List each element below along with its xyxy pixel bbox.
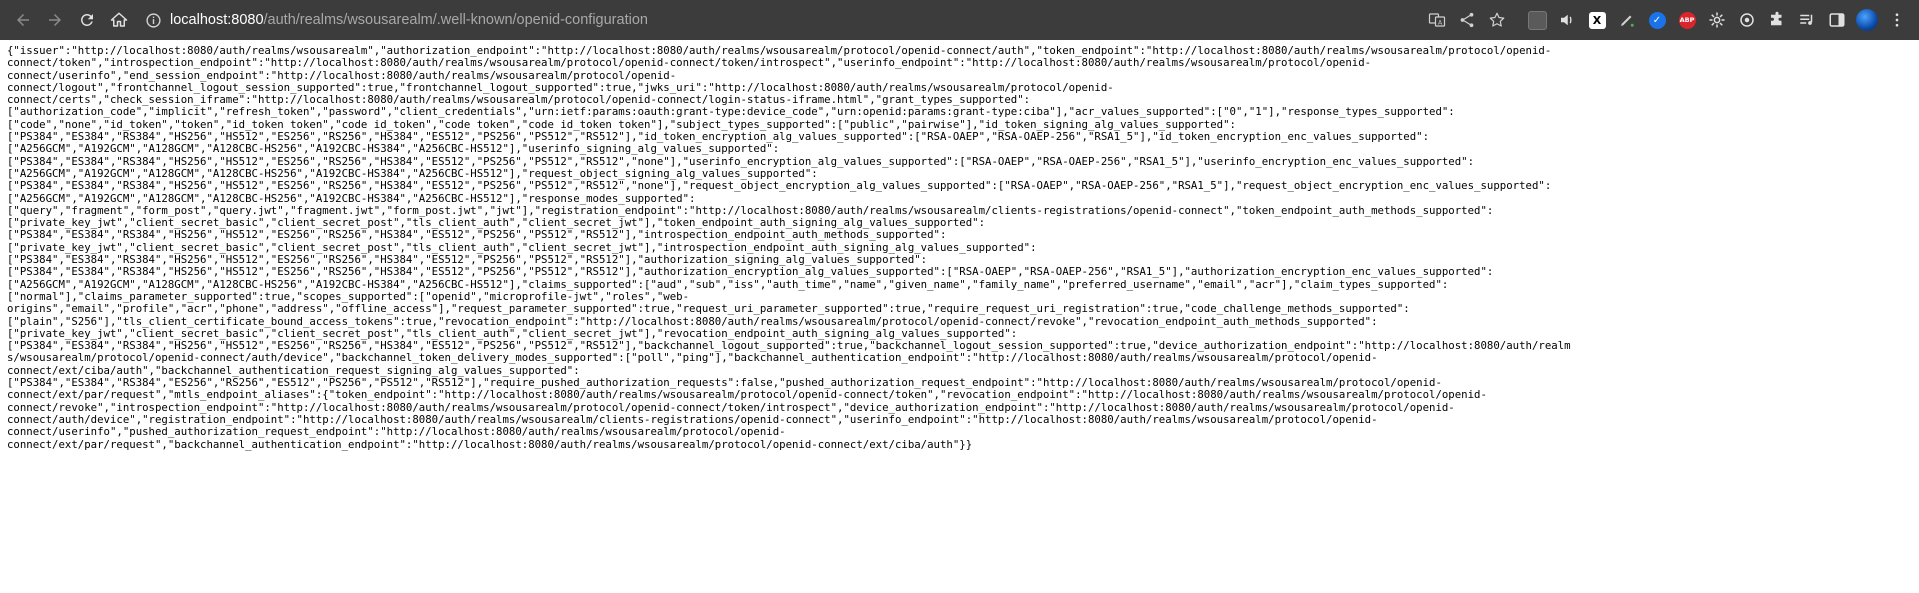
json-line: ["private_key_jwt","client_secret_basic"… bbox=[7, 216, 986, 230]
browser-toolbar: localhost:8080/auth/realms/wsousarealm/.… bbox=[0, 0, 1919, 40]
profile-button[interactable] bbox=[1853, 6, 1881, 34]
omnibox-actions: A bbox=[1421, 6, 1511, 34]
arrow-right-icon bbox=[49, 14, 61, 26]
speaker-icon bbox=[1561, 14, 1572, 26]
json-line: ["PS384","ES384","RS384","HS256","HS512"… bbox=[7, 228, 947, 242]
json-line: connect/userinfo","pushed_authorization_… bbox=[7, 425, 786, 439]
extension-volume[interactable] bbox=[1553, 6, 1581, 34]
translate-button[interactable]: A bbox=[1423, 6, 1451, 34]
check-icon: ✓ bbox=[1648, 11, 1666, 29]
json-line: connect/ext/par/request","mtls_endpoint_… bbox=[7, 388, 1487, 402]
menu-button[interactable] bbox=[1883, 6, 1911, 34]
url-host: localhost:8080 bbox=[170, 12, 264, 28]
json-line: connect/ext/ciba/auth","backchannel_auth… bbox=[7, 363, 580, 377]
extension-target[interactable] bbox=[1733, 6, 1761, 34]
reload-icon bbox=[80, 13, 93, 26]
json-line: connect/userinfo","end_session_endpoint"… bbox=[7, 68, 677, 82]
address-bar[interactable]: localhost:8080/auth/realms/wsousarealm/.… bbox=[142, 5, 1511, 35]
translate-icon: A bbox=[1428, 13, 1446, 27]
json-line: ["query","fragment","form_post","query.j… bbox=[7, 203, 1494, 217]
media-button[interactable] bbox=[1793, 6, 1821, 34]
info-icon bbox=[145, 12, 161, 28]
json-document: {"issuer":"http://localhost:8080/auth/re… bbox=[7, 44, 1912, 451]
json-line: connect/revoke","introspection_endpoint"… bbox=[7, 400, 1455, 414]
json-line: ["PS384","ES384","RS384","HS256","HS512"… bbox=[7, 339, 1571, 353]
forward-button[interactable] bbox=[40, 5, 70, 35]
page-content: {"issuer":"http://localhost:8080/auth/re… bbox=[7, 44, 1912, 451]
home-icon bbox=[110, 12, 128, 27]
json-line: ["PS384","ES384","RS384","HS256","HS512"… bbox=[7, 253, 928, 267]
json-line: ["authorization_code","implicit","refres… bbox=[7, 105, 1455, 119]
extension-check[interactable]: ✓ bbox=[1643, 6, 1671, 34]
more-vertical-icon bbox=[1895, 13, 1899, 27]
sidebar-button[interactable] bbox=[1823, 6, 1851, 34]
json-line: ["A256GCM","A192GCM","A128GCM","A128CBC-… bbox=[7, 142, 780, 156]
bookmark-button[interactable] bbox=[1483, 6, 1511, 34]
json-line: ["normal"],"claims_parameter_supported":… bbox=[7, 289, 690, 303]
share-button[interactable] bbox=[1453, 6, 1481, 34]
gear-icon bbox=[1709, 12, 1725, 28]
media-icon bbox=[1800, 14, 1813, 25]
json-line: connect/logout","frontchannel_logout_ses… bbox=[7, 80, 1114, 94]
json-line: ["plain","S256"],"tls_client_certificate… bbox=[7, 314, 1378, 328]
extension-pen[interactable] bbox=[1613, 6, 1641, 34]
share-icon bbox=[1460, 12, 1474, 28]
json-line: ["A256GCM","A192GCM","A128GCM","A128CBC-… bbox=[7, 277, 1449, 291]
json-line: ["A256GCM","A192GCM","A128GCM","A128CBC-… bbox=[7, 191, 696, 205]
json-line: ["PS384","ES384","RS384","HS256","HS512"… bbox=[7, 154, 1475, 168]
json-line: ["A256GCM","A192GCM","A128GCM","A128CBC-… bbox=[7, 166, 818, 180]
sidebar-icon bbox=[1829, 13, 1845, 27]
star-icon bbox=[1489, 12, 1505, 27]
puzzle-icon bbox=[1771, 11, 1782, 26]
json-line: connect/ext/par/request","backchannel_au… bbox=[7, 437, 973, 451]
x-logo-icon: X bbox=[1588, 11, 1606, 29]
reload-button[interactable] bbox=[72, 5, 102, 35]
extension-1[interactable] bbox=[1523, 6, 1551, 34]
target-icon bbox=[1740, 13, 1754, 27]
extension-abp[interactable]: ABP bbox=[1673, 6, 1701, 34]
back-button[interactable] bbox=[8, 5, 38, 35]
json-line: ["code","none","id_token","token","id_to… bbox=[7, 117, 1236, 131]
url-path: /auth/realms/wsousarealm/.well-known/ope… bbox=[263, 12, 648, 28]
arrow-left-icon bbox=[17, 14, 29, 26]
json-line: origins","email","profile","acr","phone"… bbox=[7, 302, 1410, 316]
json-line: ["private_key_jwt","client_secret_basic"… bbox=[7, 240, 1037, 254]
json-line: connect/certs","check_session_iframe":"h… bbox=[7, 93, 1031, 107]
json-line: {"issuer":"http://localhost:8080/auth/re… bbox=[7, 44, 1552, 57]
json-line: ["PS384","ES384","RS384","HS256","HS512"… bbox=[7, 130, 1430, 144]
extension-x[interactable]: X bbox=[1583, 6, 1611, 34]
json-line: connect/auth/device","registration_endpo… bbox=[7, 412, 1378, 426]
abp-icon: ABP bbox=[1678, 11, 1696, 29]
site-info-button[interactable] bbox=[142, 9, 164, 31]
json-line: ["PS384","ES384","RS384","ES256","RS256"… bbox=[7, 376, 1442, 390]
avatar bbox=[1856, 9, 1878, 31]
json-line: s/wsousarealm/protocol/openid-connect/au… bbox=[7, 351, 1378, 365]
extensions-button[interactable] bbox=[1763, 6, 1791, 34]
json-line: ["private_key_jwt","client_secret_basic"… bbox=[7, 326, 1018, 340]
json-line: connect/token","introspection_endpoint":… bbox=[7, 56, 1372, 70]
pen-icon bbox=[1621, 15, 1634, 27]
extension-gear[interactable] bbox=[1703, 6, 1731, 34]
image-icon bbox=[1527, 10, 1547, 30]
home-button[interactable] bbox=[104, 5, 134, 35]
json-line: ["PS384","ES384","RS384","HS256","HS512"… bbox=[7, 265, 1494, 279]
json-line: ["PS384","ES384","RS384","HS256","HS512"… bbox=[7, 179, 1552, 193]
url-text[interactable]: localhost:8080/auth/realms/wsousarealm/.… bbox=[170, 12, 648, 28]
